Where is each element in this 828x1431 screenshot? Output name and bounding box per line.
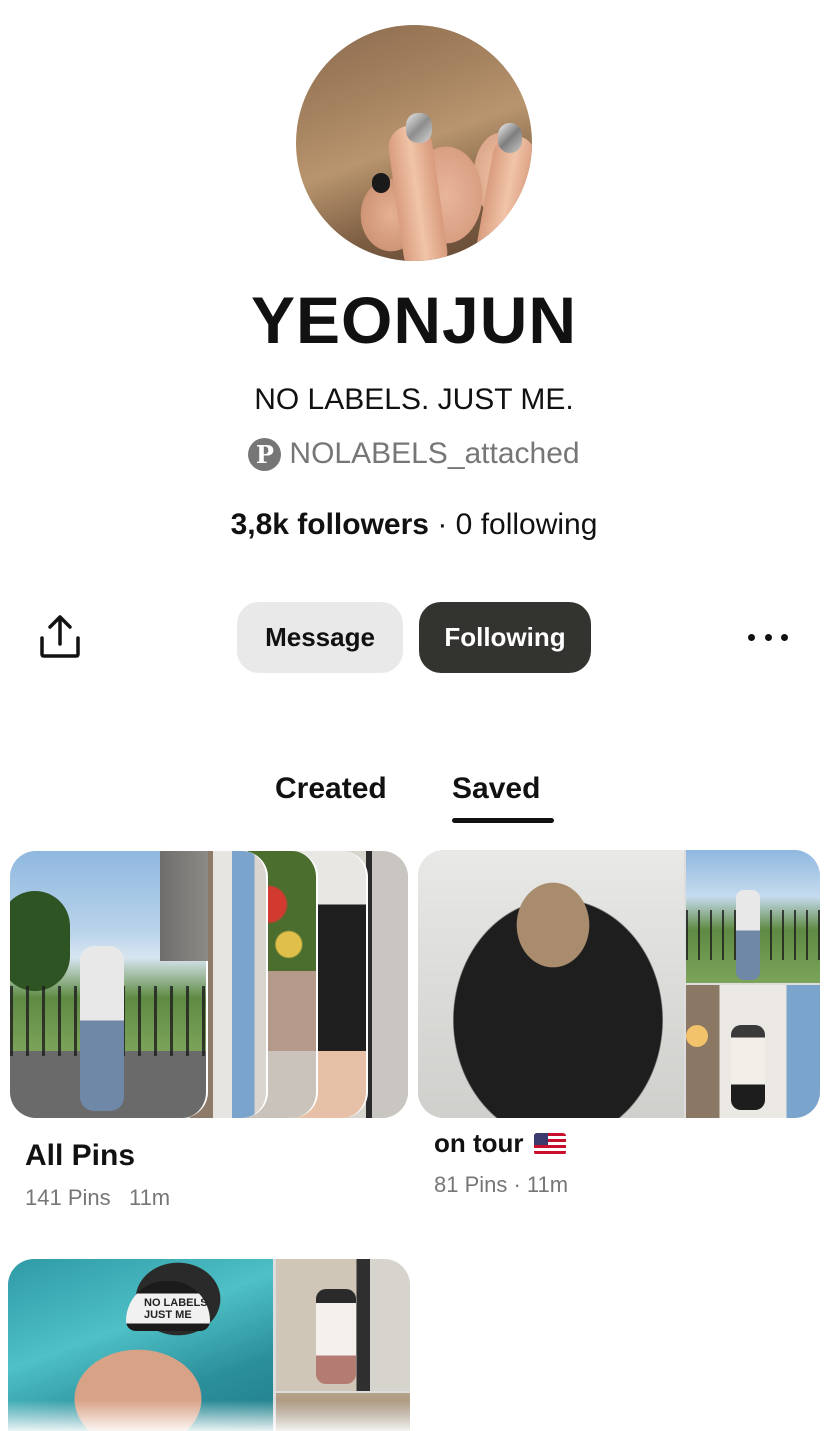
- pinterest-icon: P: [248, 437, 282, 471]
- board-title-row[interactable]: on tour: [434, 1128, 566, 1159]
- followers-count[interactable]: 3,8k followers: [231, 508, 429, 541]
- us-flag-icon: [533, 1132, 566, 1155]
- share-button[interactable]: [36, 614, 84, 660]
- image-lamp: [686, 1025, 708, 1047]
- image-person: [316, 1289, 356, 1384]
- image-person: [80, 946, 124, 1111]
- board-pin-image: [418, 850, 684, 1118]
- avatar-finger: [472, 132, 532, 261]
- image-building: [160, 851, 208, 961]
- board-pin-image: [686, 850, 820, 983]
- board-pin-count: 141 Pins: [25, 1185, 111, 1210]
- board-on-tour-cover[interactable]: [418, 850, 820, 1118]
- active-tab-indicator: [452, 818, 554, 823]
- profile-name: YEONJUN: [250, 283, 578, 357]
- board-title[interactable]: All Pins: [25, 1139, 135, 1173]
- tab-saved[interactable]: Saved: [452, 772, 540, 806]
- tab-created[interactable]: Created: [275, 772, 387, 806]
- avatar-nail: [498, 123, 522, 153]
- image-person: [731, 1025, 765, 1110]
- board-meta: 141 Pins 11m: [25, 1185, 170, 1211]
- board-title: on tour: [434, 1128, 524, 1158]
- message-button[interactable]: Message: [237, 602, 403, 673]
- avatar-nail: [372, 173, 390, 193]
- profile-stats: 3,8k followers · 0 following: [0, 508, 828, 542]
- board-updated-time: 11m: [128, 1185, 171, 1210]
- more-horizontal-icon: [748, 633, 755, 641]
- following-count[interactable]: 0 following: [456, 508, 598, 541]
- stats-separator: ·: [437, 508, 448, 541]
- following-button[interactable]: Following: [419, 602, 591, 673]
- more-horizontal-icon: [781, 633, 788, 641]
- profile-avatar[interactable]: [296, 25, 532, 261]
- profile-bio: NO LABELS. JUST ME.: [254, 383, 574, 416]
- board-meta: 81 Pins · 11m: [434, 1172, 569, 1197]
- more-horizontal-icon: [764, 633, 772, 641]
- share-upload-icon: [40, 615, 80, 658]
- profile-handle-row[interactable]: P NOLABELS_attached: [0, 437, 828, 471]
- avatar-nail: [406, 113, 432, 143]
- avatar-finger: [385, 122, 451, 261]
- image-cap: NO LABELS JUST ME: [126, 1281, 210, 1331]
- board-pin-image: [686, 985, 820, 1118]
- bottom-fade: [0, 1400, 828, 1431]
- board-all-pins-cover[interactable]: [10, 851, 408, 1118]
- cap-print: NO LABELS JUST ME: [144, 1297, 208, 1321]
- more-options-button[interactable]: [744, 620, 792, 654]
- board-pin-image: [276, 1259, 410, 1391]
- profile-handle: NOLABELS_attached: [289, 437, 580, 470]
- image-tree: [10, 891, 70, 991]
- board-pin-image: [10, 851, 208, 1118]
- image-person: [736, 890, 760, 980]
